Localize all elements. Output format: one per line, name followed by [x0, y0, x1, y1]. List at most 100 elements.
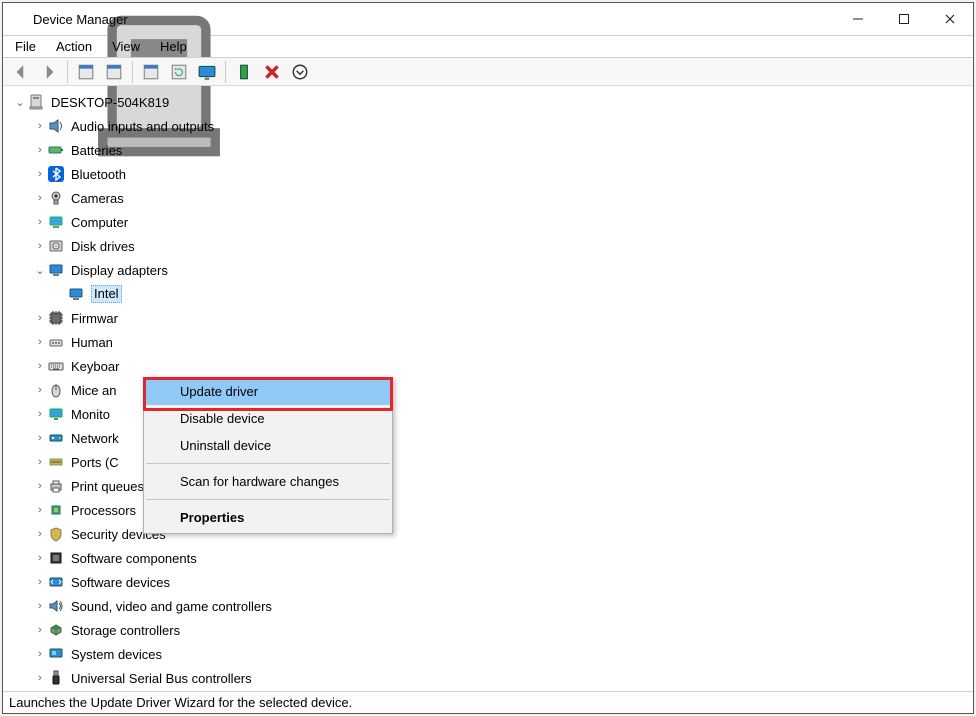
tree-root-row[interactable]: ⌄ DESKTOP-504K819 — [9, 90, 967, 114]
root-label: DESKTOP-504K819 — [51, 95, 169, 110]
tree-category-row[interactable]: › System devices — [9, 642, 967, 666]
toolbar — [3, 58, 973, 86]
context-menu-properties[interactable]: Properties — [144, 504, 392, 531]
toolbar-update-driver-button[interactable] — [230, 60, 258, 84]
tree-category-row[interactable]: ›Universal Serial Bus controllers — [9, 666, 967, 690]
toolbar-disable-button[interactable] — [286, 60, 314, 84]
tree-category-row[interactable]: ›Disk drives — [9, 234, 967, 258]
context-menu-update-driver[interactable]: Update driver — [144, 378, 392, 405]
menu-action[interactable]: Action — [48, 37, 100, 56]
toolbar-action-button[interactable] — [165, 60, 193, 84]
menu-file[interactable]: File — [7, 37, 44, 56]
expand-arrow-icon[interactable]: › — [33, 192, 47, 204]
battery-icon — [47, 141, 65, 159]
category-label: Batteries — [71, 143, 122, 158]
expand-arrow-icon[interactable]: › — [33, 240, 47, 252]
expand-arrow-icon[interactable]: › — [33, 144, 47, 156]
context-menu-separator — [146, 463, 390, 464]
toolbar-back-button[interactable] — [7, 60, 35, 84]
expand-arrow-icon[interactable]: › — [33, 312, 47, 324]
disable-icon — [291, 63, 309, 81]
context-menu-separator — [146, 499, 390, 500]
softdev-icon — [47, 573, 65, 591]
tree-category-row[interactable]: › Firmwar — [9, 306, 967, 330]
category-label: Network — [71, 431, 119, 446]
tree-category-row[interactable]: › Computer — [9, 210, 967, 234]
tree-category-row[interactable]: › Keyboar — [9, 354, 967, 378]
system-icon — [47, 645, 65, 663]
toolbar-forward-button[interactable] — [35, 60, 63, 84]
expand-arrow-icon[interactable]: ⌄ — [13, 96, 27, 109]
toolbar-help-button[interactable] — [137, 60, 165, 84]
keyboard-icon — [47, 357, 65, 375]
tree-category-row[interactable]: ›Software devices — [9, 570, 967, 594]
tree-pane-icon — [77, 63, 95, 81]
expand-arrow-icon[interactable]: › — [33, 168, 47, 180]
toolbar-separator — [132, 61, 133, 83]
category-label: Processors — [71, 503, 136, 518]
category-label: Monito — [71, 407, 110, 422]
category-label: Audio inputs and outputs — [71, 119, 214, 134]
tree-category-row[interactable]: ›Sound, video and game controllers — [9, 594, 967, 618]
menu-view[interactable]: View — [104, 37, 148, 56]
bluetooth-icon — [47, 165, 65, 183]
context-menu-disable-device[interactable]: Disable device — [144, 405, 392, 432]
expand-arrow-icon[interactable]: › — [33, 600, 47, 612]
expand-arrow-icon[interactable]: › — [33, 648, 47, 660]
app-icon — [9, 11, 25, 27]
close-button[interactable] — [927, 3, 973, 35]
toolbar-show-hide-tree-button[interactable] — [72, 60, 100, 84]
expand-arrow-icon[interactable]: › — [33, 672, 47, 684]
expand-arrow-icon[interactable]: ⌄ — [33, 264, 47, 277]
tree-category-row[interactable]: › Batteries — [9, 138, 967, 162]
expand-arrow-icon[interactable]: › — [33, 576, 47, 588]
tree-category-row[interactable]: › Bluetooth — [9, 162, 967, 186]
window-title: Device Manager — [33, 12, 835, 27]
tree-category-row[interactable]: › Audio inputs and outputs — [9, 114, 967, 138]
toolbar-uninstall-button[interactable] — [258, 60, 286, 84]
expand-arrow-icon[interactable]: › — [33, 432, 47, 444]
context-menu-scan[interactable]: Scan for hardware changes — [144, 468, 392, 495]
tree-category-row[interactable]: ›Software components — [9, 546, 967, 570]
context-menu: Update driver Disable device Uninstall d… — [143, 377, 393, 534]
scan-hardware-icon — [198, 63, 216, 81]
chip-icon — [47, 309, 65, 327]
expand-arrow-icon[interactable]: › — [33, 360, 47, 372]
expand-arrow-icon[interactable]: › — [33, 120, 47, 132]
usb-icon — [47, 669, 65, 687]
expand-arrow-icon[interactable]: › — [33, 504, 47, 516]
maximize-button[interactable] — [881, 3, 927, 35]
arrow-left-icon — [12, 63, 30, 81]
minimize-button[interactable] — [835, 3, 881, 35]
category-label: Bluetooth — [71, 167, 126, 182]
tree-category-row[interactable]: ⌄Display adapters — [9, 258, 967, 282]
security-icon — [47, 525, 65, 543]
expand-arrow-icon[interactable]: › — [33, 456, 47, 468]
category-label: System devices — [71, 647, 162, 662]
tree-device-row[interactable]: ›Intel — [9, 282, 967, 306]
expand-arrow-icon[interactable]: › — [33, 552, 47, 564]
toolbar-properties-button[interactable] — [100, 60, 128, 84]
expand-arrow-icon[interactable]: › — [33, 624, 47, 636]
toolbar-scan-button[interactable] — [193, 60, 221, 84]
expand-arrow-icon[interactable]: › — [33, 336, 47, 348]
menu-help[interactable]: Help — [152, 37, 195, 56]
category-label: Firmwar — [71, 311, 118, 326]
expand-arrow-icon[interactable]: › — [33, 216, 47, 228]
expand-arrow-icon[interactable]: › — [33, 480, 47, 492]
category-label: Keyboar — [71, 359, 119, 374]
tree-category-row[interactable]: ›Storage controllers — [9, 618, 967, 642]
device-tree[interactable]: ⌄ DESKTOP-504K819 › Audio inputs and outp… — [3, 86, 973, 691]
expand-arrow-icon[interactable]: › — [33, 408, 47, 420]
expand-arrow-icon[interactable]: › — [33, 384, 47, 396]
update-driver-icon — [235, 63, 253, 81]
category-label: Cameras — [71, 191, 124, 206]
storage-icon — [47, 621, 65, 639]
category-label: Computer — [71, 215, 128, 230]
tree-category-row[interactable]: › Cameras — [9, 186, 967, 210]
expand-arrow-icon[interactable]: › — [33, 528, 47, 540]
category-label: Print queues — [71, 479, 144, 494]
arrow-right-icon — [40, 63, 58, 81]
tree-category-row[interactable]: ›Human — [9, 330, 967, 354]
context-menu-uninstall-device[interactable]: Uninstall device — [144, 432, 392, 459]
